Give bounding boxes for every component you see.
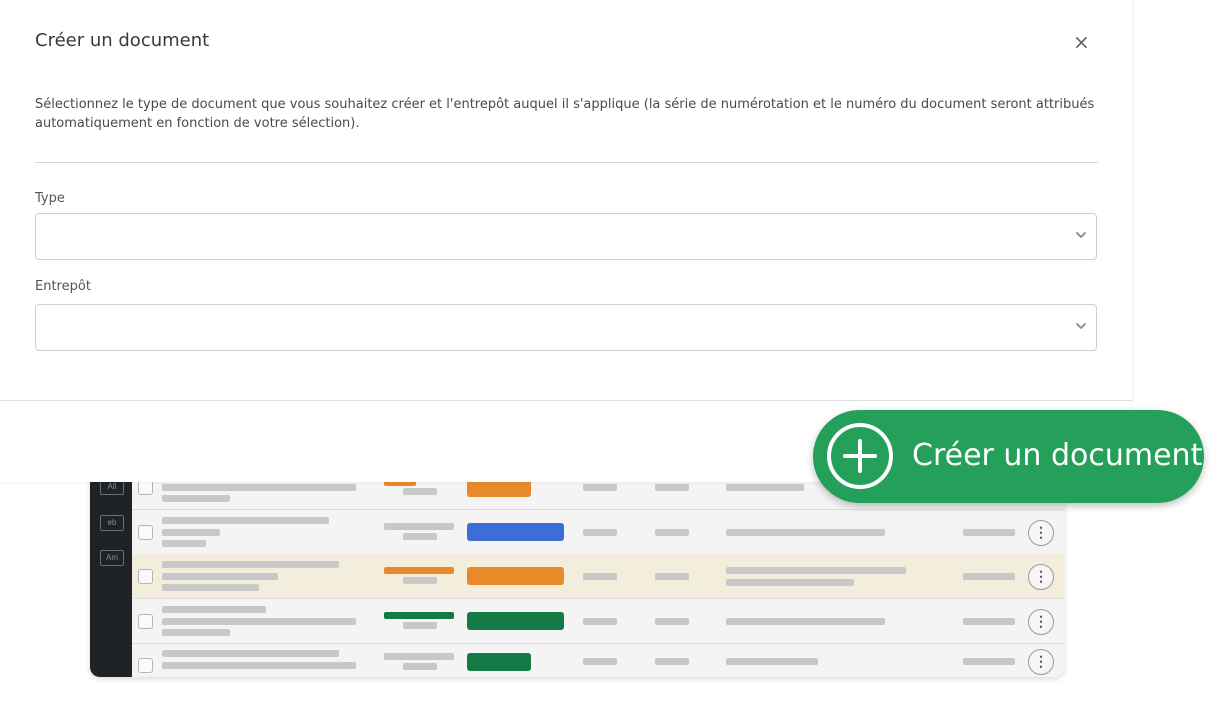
table-row: ⋮ (132, 599, 1064, 644)
plus-circle-icon (827, 423, 893, 489)
row-actions-button: ⋮ (1028, 520, 1054, 546)
warehouse-select[interactable] (35, 304, 1097, 351)
sidebar-tag: eb (100, 515, 124, 531)
background-sidebar: All eb Am (90, 465, 132, 677)
row-checkbox (138, 525, 153, 540)
create-document-button[interactable]: Créer un document (813, 410, 1204, 503)
table-row: ⋮ (132, 554, 1064, 599)
modal-title: Créer un document (35, 30, 210, 51)
modal-description: Sélectionnez le type de document que vou… (35, 97, 1095, 131)
row-actions-button: ⋮ (1028, 649, 1054, 675)
status-pill (467, 567, 564, 585)
status-pill (467, 523, 564, 541)
close-icon[interactable]: × (1073, 30, 1090, 54)
row-actions-button: ⋮ (1028, 609, 1054, 635)
chevron-down-icon (1076, 323, 1086, 329)
status-pill (467, 653, 531, 671)
row-checkbox (138, 614, 153, 629)
row-checkbox (138, 569, 153, 584)
chevron-down-icon (1076, 232, 1086, 238)
sidebar-tag: Am (100, 550, 124, 566)
table-row: ⋮ (132, 510, 1064, 555)
status-pill (467, 612, 564, 630)
row-checkbox (138, 658, 153, 673)
warehouse-label: Entrepôt (35, 279, 91, 294)
footer-divider (0, 400, 1132, 401)
type-select[interactable] (35, 213, 1097, 260)
row-actions-button: ⋮ (1028, 564, 1054, 590)
divider (35, 162, 1098, 163)
table-row: ⋮ (132, 643, 1064, 677)
create-document-button-label: Créer un document (912, 438, 1203, 473)
type-label: Type (35, 191, 65, 206)
row-checkbox (138, 480, 153, 495)
